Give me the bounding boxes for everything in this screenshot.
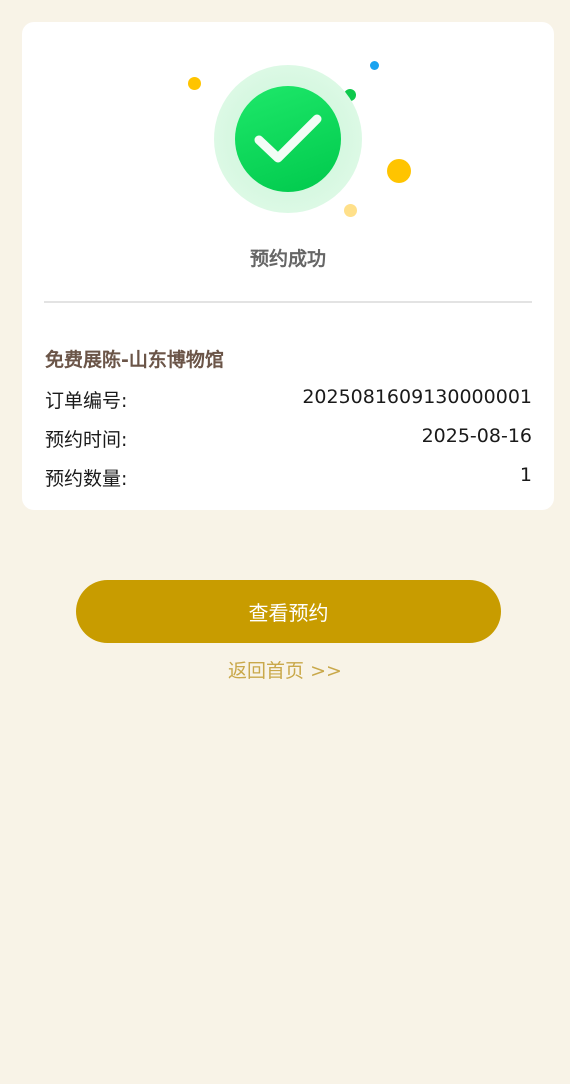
back-home-link[interactable]: 返回首页 >> — [0, 656, 570, 683]
reservation-time-row: 预约时间: 2025-08-16 — [45, 425, 532, 452]
decor-dot-blue — [370, 61, 379, 70]
order-number-row: 订单编号: 2025081609130000001 — [45, 386, 532, 413]
result-card: 预约成功 免费展陈-山东博物馆 订单编号: 202508160913000000… — [22, 22, 554, 510]
reservation-count-row: 预约数量: 1 — [45, 464, 532, 491]
decor-dot-yellow-large — [387, 159, 411, 183]
reservation-count-label: 预约数量: — [45, 468, 128, 490]
view-reservation-button[interactable]: 查看预约 — [76, 580, 501, 643]
decor-dot-yellow-small — [188, 77, 201, 90]
order-number-label: 订单编号: — [45, 390, 128, 412]
success-illustration — [22, 22, 554, 222]
order-number-value: 2025081609130000001 — [302, 386, 532, 408]
divider — [44, 301, 532, 303]
reservation-time-value: 2025-08-16 — [421, 425, 532, 447]
decor-dot-yellow-pale — [344, 204, 357, 217]
reservation-count-value: 1 — [519, 464, 532, 486]
exhibit-name: 免费展陈-山东博物馆 — [45, 349, 224, 371]
reservation-time-label: 预约时间: — [45, 429, 128, 451]
check-circle-icon — [235, 86, 341, 192]
status-title: 预约成功 — [249, 248, 326, 270]
